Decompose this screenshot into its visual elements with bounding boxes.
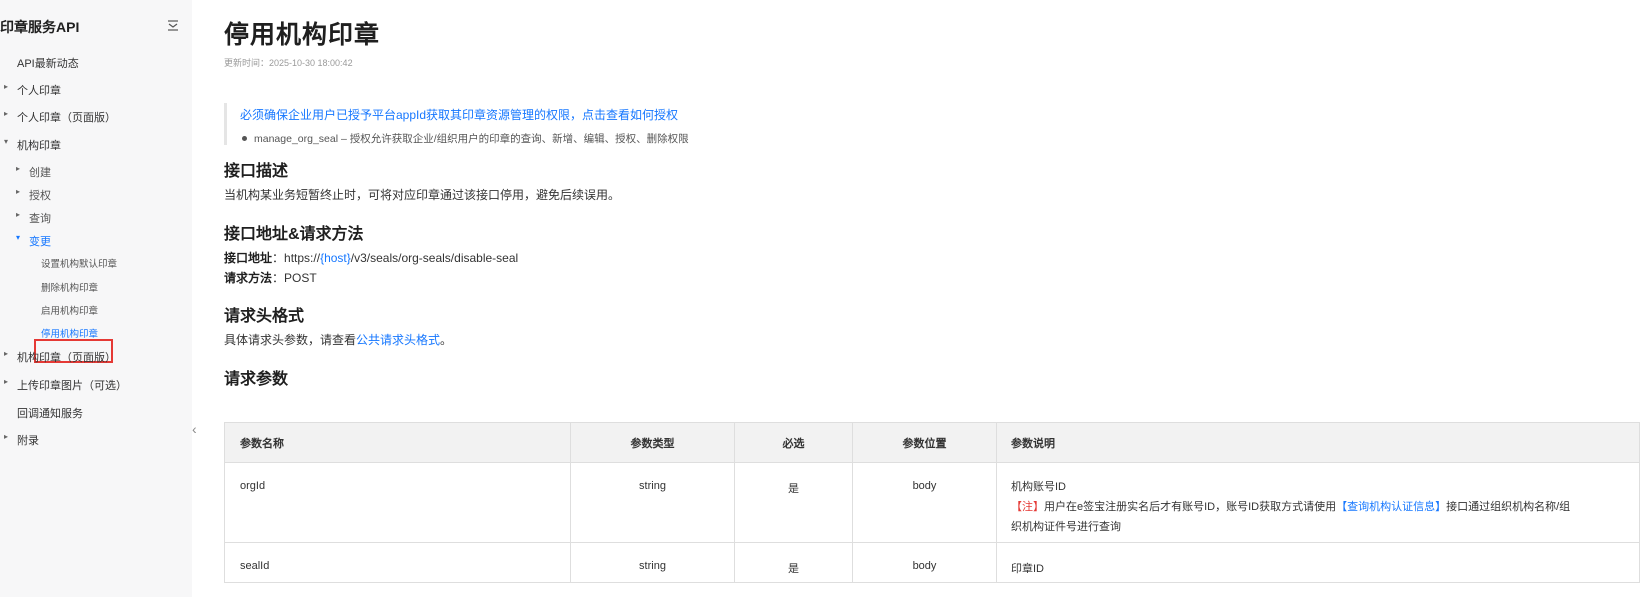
sidebar-item-personal-seal-page[interactable]: ▸ 个人印章（页面版）: [4, 109, 116, 125]
sidebar: 印章服务API API最新动态 ▸ 个人印章 ▸ 个人印章（页面版） ▾ 机构印章 ▸…: [0, 0, 192, 597]
column-header: 参数名称: [224, 422, 571, 463]
sidebar-item-delete-seal[interactable]: 删除机构印章: [41, 280, 98, 294]
column-header: 参数类型: [570, 422, 735, 463]
sidebar-item-callback[interactable]: 回调通知服务: [17, 405, 83, 421]
sidebar-toggle-chevron-left-icon[interactable]: ‹: [192, 421, 202, 437]
sidebar-item-set-default-seal[interactable]: 设置机构默认印章: [41, 256, 117, 270]
param-type: string: [570, 462, 735, 543]
sidebar-item-appendix[interactable]: ▸ 附录: [4, 432, 39, 448]
table-row: sealId string 是 body 印章ID: [224, 542, 1640, 583]
section-title-address: 接口地址&请求方法: [224, 226, 364, 243]
caret-right-icon: ▸: [4, 82, 9, 91]
sidebar-item-change[interactable]: ▾ 变更: [16, 233, 51, 249]
param-description: 印章ID: [996, 542, 1640, 583]
host-placeholder: {host}: [320, 251, 351, 265]
caret-down-icon: ▾: [16, 233, 21, 242]
section-title-description: 接口描述: [224, 163, 289, 180]
column-header: 参数说明: [996, 422, 1640, 463]
caret-right-icon: ▸: [16, 210, 21, 219]
caret-right-icon: ▸: [4, 349, 9, 358]
sidebar-item-personal-seal[interactable]: ▸ 个人印章: [4, 82, 61, 98]
sidebar-item-disable-seal[interactable]: 停用机构印章: [41, 326, 98, 340]
caret-down-icon: ▾: [4, 137, 9, 146]
sidebar-item-upload-seal-image[interactable]: ▸ 上传印章图片（可选）: [4, 377, 127, 393]
section-title-params: 请求参数: [224, 371, 289, 388]
param-type: string: [570, 542, 735, 583]
column-header: 参数位置: [852, 422, 997, 463]
note-tag: 【注】: [1011, 501, 1044, 513]
common-headers-link[interactable]: 公共请求头格式: [356, 333, 440, 347]
param-position: body: [852, 542, 997, 583]
updated-time: 更新时间：2025-10-30 18:00:42: [224, 58, 353, 68]
params-table: 参数名称 参数类型 必选 参数位置 参数说明 orgId string 是 bo…: [224, 422, 1640, 583]
sidebar-item-org-seal[interactable]: ▾ 机构印章: [4, 137, 61, 153]
caret-right-icon: ▸: [4, 377, 9, 386]
endpoint-address: 接口地址：https://{host}/v3/seals/org-seals/d…: [224, 251, 519, 265]
headers-text: 具体请求头参数，请查看公共请求头格式。: [224, 333, 453, 347]
param-position: body: [852, 462, 997, 543]
sidebar-title: 印章服务API: [0, 19, 80, 35]
collapse-lines-icon[interactable]: [166, 18, 180, 32]
column-header: 必选: [734, 422, 853, 463]
section-title-headers: 请求头格式: [224, 308, 305, 325]
sidebar-item-org-seal-page[interactable]: ▸ 机构印章（页面版）: [4, 349, 116, 365]
sidebar-item-query[interactable]: ▸ 查询: [16, 210, 51, 226]
caret-right-icon: ▸: [16, 164, 21, 173]
param-name: orgId: [224, 462, 571, 543]
permission-notice: 必须确保企业用户已授予平台appId获取其印章资源管理的权限，点击查看如何授权 …: [224, 103, 924, 145]
param-name: sealId: [224, 542, 571, 583]
permission-bullet: manage_org_seal – 授权允许获取企业/组织用户的印章的查询、新增…: [240, 131, 924, 146]
query-org-auth-link[interactable]: 【查询机构认证信息】: [1336, 501, 1446, 513]
param-required: 是: [734, 542, 853, 583]
caret-right-icon: ▸: [4, 432, 9, 441]
sidebar-item-enable-seal[interactable]: 启用机构印章: [41, 303, 98, 317]
sidebar-item-api-news[interactable]: API最新动态: [17, 55, 79, 71]
sidebar-item-create[interactable]: ▸ 创建: [16, 164, 51, 180]
caret-right-icon: ▸: [4, 109, 9, 118]
sidebar-item-authorize[interactable]: ▸ 授权: [16, 187, 51, 203]
authorization-notice-link[interactable]: 必须确保企业用户已授予平台appId获取其印章资源管理的权限，点击查看如何授权: [240, 106, 924, 123]
page-title: 停用机构印章: [224, 21, 381, 49]
param-required: 是: [734, 462, 853, 543]
request-method: 请求方法：POST: [224, 271, 317, 285]
description-text: 当机构某业务短暂终止时，可将对应印章通过该接口停用，避免后续误用。: [224, 188, 621, 202]
table-row: orgId string 是 body 机构账号ID 【注】用户在e签宝注册实名…: [224, 462, 1640, 543]
caret-right-icon: ▸: [16, 187, 21, 196]
table-header-row: 参数名称 参数类型 必选 参数位置 参数说明: [224, 422, 1640, 463]
param-description: 机构账号ID 【注】用户在e签宝注册实名后才有账号ID，账号ID获取方式请使用【…: [996, 462, 1640, 543]
